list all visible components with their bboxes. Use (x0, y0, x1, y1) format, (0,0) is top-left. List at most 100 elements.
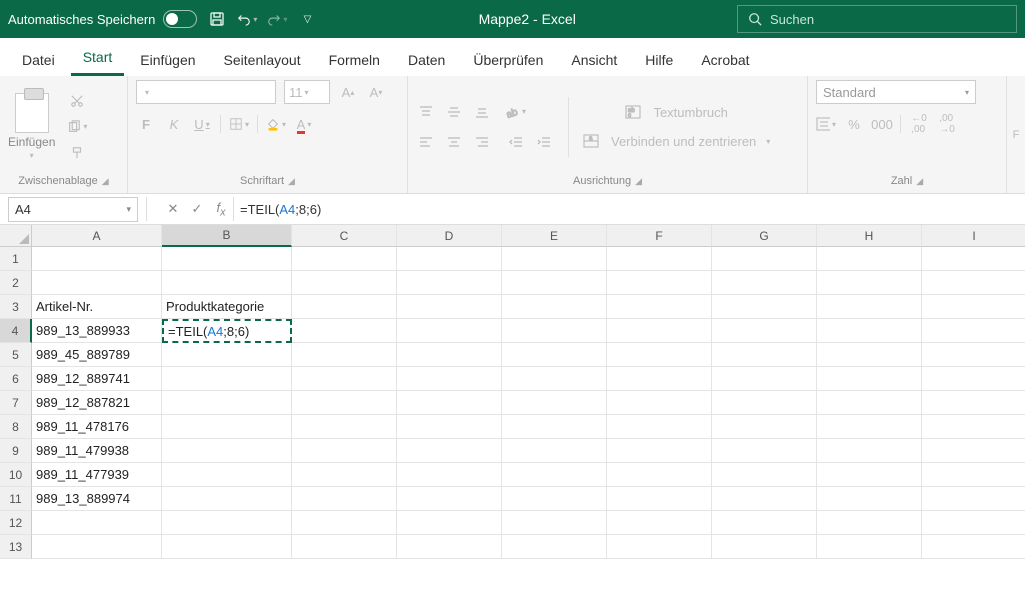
col-header[interactable]: E (502, 225, 607, 247)
cell-F8[interactable] (607, 415, 712, 439)
tab-datei[interactable]: Datei (10, 42, 67, 76)
tab-einfuegen[interactable]: Einfügen (128, 42, 207, 76)
cell-G13[interactable] (712, 535, 817, 559)
fx-button[interactable]: fx (209, 200, 233, 219)
cell-D2[interactable] (397, 271, 502, 295)
underline-button[interactable]: U (192, 114, 212, 134)
font-size-combo[interactable]: 11 (284, 80, 330, 104)
paste-button[interactable]: Einfügen ▾ (8, 93, 55, 160)
dialog-launcher-icon[interactable]: ◢ (635, 176, 642, 187)
tab-formeln[interactable]: Formeln (317, 42, 392, 76)
cell-E8[interactable] (502, 415, 607, 439)
autosave-toggle[interactable]: Automatisches Speichern (8, 10, 197, 28)
cell-D7[interactable] (397, 391, 502, 415)
cell-G5[interactable] (712, 343, 817, 367)
cell-E12[interactable] (502, 511, 607, 535)
cancel-formula-button[interactable]: ✕ (161, 201, 185, 217)
cell-E7[interactable] (502, 391, 607, 415)
cell-D12[interactable] (397, 511, 502, 535)
row-header[interactable]: 1 (0, 247, 32, 271)
row-header[interactable]: 13 (0, 535, 32, 559)
row-header[interactable]: 10 (0, 463, 32, 487)
cell-D3[interactable] (397, 295, 502, 319)
cell-I4[interactable] (922, 319, 1025, 343)
decrease-indent-icon[interactable] (506, 132, 526, 152)
align-right-icon[interactable] (472, 132, 492, 152)
align-left-icon[interactable] (416, 132, 436, 152)
cell-D4[interactable] (397, 319, 502, 343)
qat-customize-icon[interactable]: ▽ (297, 9, 317, 29)
cell-G4[interactable] (712, 319, 817, 343)
cell-H8[interactable] (817, 415, 922, 439)
cell-A1[interactable] (32, 247, 162, 271)
cell-I6[interactable] (922, 367, 1025, 391)
cell-F9[interactable] (607, 439, 712, 463)
cell-G11[interactable] (712, 487, 817, 511)
search-box[interactable]: Suchen (737, 5, 1017, 33)
cell-G2[interactable] (712, 271, 817, 295)
cell-D1[interactable] (397, 247, 502, 271)
cell-F10[interactable] (607, 463, 712, 487)
cell-C8[interactable] (292, 415, 397, 439)
cell-I8[interactable] (922, 415, 1025, 439)
cell-B1[interactable] (162, 247, 292, 271)
tab-seitenlayout[interactable]: Seitenlayout (212, 42, 313, 76)
cell-B8[interactable] (162, 415, 292, 439)
merge-button[interactable]: a Verbinden und zentrieren (583, 134, 770, 149)
cell-C9[interactable] (292, 439, 397, 463)
cell-H6[interactable] (817, 367, 922, 391)
cell-E11[interactable] (502, 487, 607, 511)
col-header[interactable]: I (922, 225, 1025, 247)
cell-B10[interactable] (162, 463, 292, 487)
cell-C12[interactable] (292, 511, 397, 535)
cell-D10[interactable] (397, 463, 502, 487)
cell-B11[interactable] (162, 487, 292, 511)
col-header[interactable]: A (32, 225, 162, 247)
accounting-format-icon[interactable] (816, 114, 836, 134)
cell-B7[interactable] (162, 391, 292, 415)
name-box[interactable]: A4 ▾ (8, 197, 138, 222)
decrease-font-icon[interactable]: A▾ (366, 82, 386, 102)
col-header[interactable]: C (292, 225, 397, 247)
row-header[interactable]: 4 (0, 319, 32, 343)
number-format-combo[interactable]: Standard▾ (816, 80, 976, 104)
cell-H12[interactable] (817, 511, 922, 535)
cell-F11[interactable] (607, 487, 712, 511)
cell-D9[interactable] (397, 439, 502, 463)
cell-B12[interactable] (162, 511, 292, 535)
cell-B4[interactable]: =TEIL(A4;8;6) (162, 319, 292, 343)
dialog-launcher-icon[interactable]: ◢ (916, 176, 923, 187)
cell-A12[interactable] (32, 511, 162, 535)
increase-font-icon[interactable]: A▴ (338, 82, 358, 102)
cell-A5[interactable]: 989_45_889789 (32, 343, 162, 367)
cell-A3[interactable]: Artikel-Nr. (32, 295, 162, 319)
cell-A4[interactable]: 989_13_889933 (32, 319, 162, 343)
cell-C11[interactable] (292, 487, 397, 511)
tab-start[interactable]: Start (71, 39, 125, 76)
cell-F5[interactable] (607, 343, 712, 367)
cell-I9[interactable] (922, 439, 1025, 463)
cell-I7[interactable] (922, 391, 1025, 415)
cell-E3[interactable] (502, 295, 607, 319)
cell-H7[interactable] (817, 391, 922, 415)
cell-G6[interactable] (712, 367, 817, 391)
cell-B9[interactable] (162, 439, 292, 463)
redo-button[interactable] (267, 9, 287, 29)
cell-H5[interactable] (817, 343, 922, 367)
row-header[interactable]: 2 (0, 271, 32, 295)
increase-decimal-icon[interactable]: ←0,00 (909, 114, 929, 134)
cell-I11[interactable] (922, 487, 1025, 511)
cell-I10[interactable] (922, 463, 1025, 487)
cell-B5[interactable] (162, 343, 292, 367)
wrap-text-button[interactable]: abc Textumbruch (583, 105, 770, 120)
cell-G1[interactable] (712, 247, 817, 271)
cell-C5[interactable] (292, 343, 397, 367)
cell-F1[interactable] (607, 247, 712, 271)
cell-I1[interactable] (922, 247, 1025, 271)
cell-A9[interactable]: 989_11_479938 (32, 439, 162, 463)
cell-E2[interactable] (502, 271, 607, 295)
tab-hilfe[interactable]: Hilfe (633, 42, 685, 76)
col-header[interactable]: B (162, 225, 292, 247)
border-button[interactable] (229, 114, 249, 134)
cell-B3[interactable]: Produktkategorie (162, 295, 292, 319)
